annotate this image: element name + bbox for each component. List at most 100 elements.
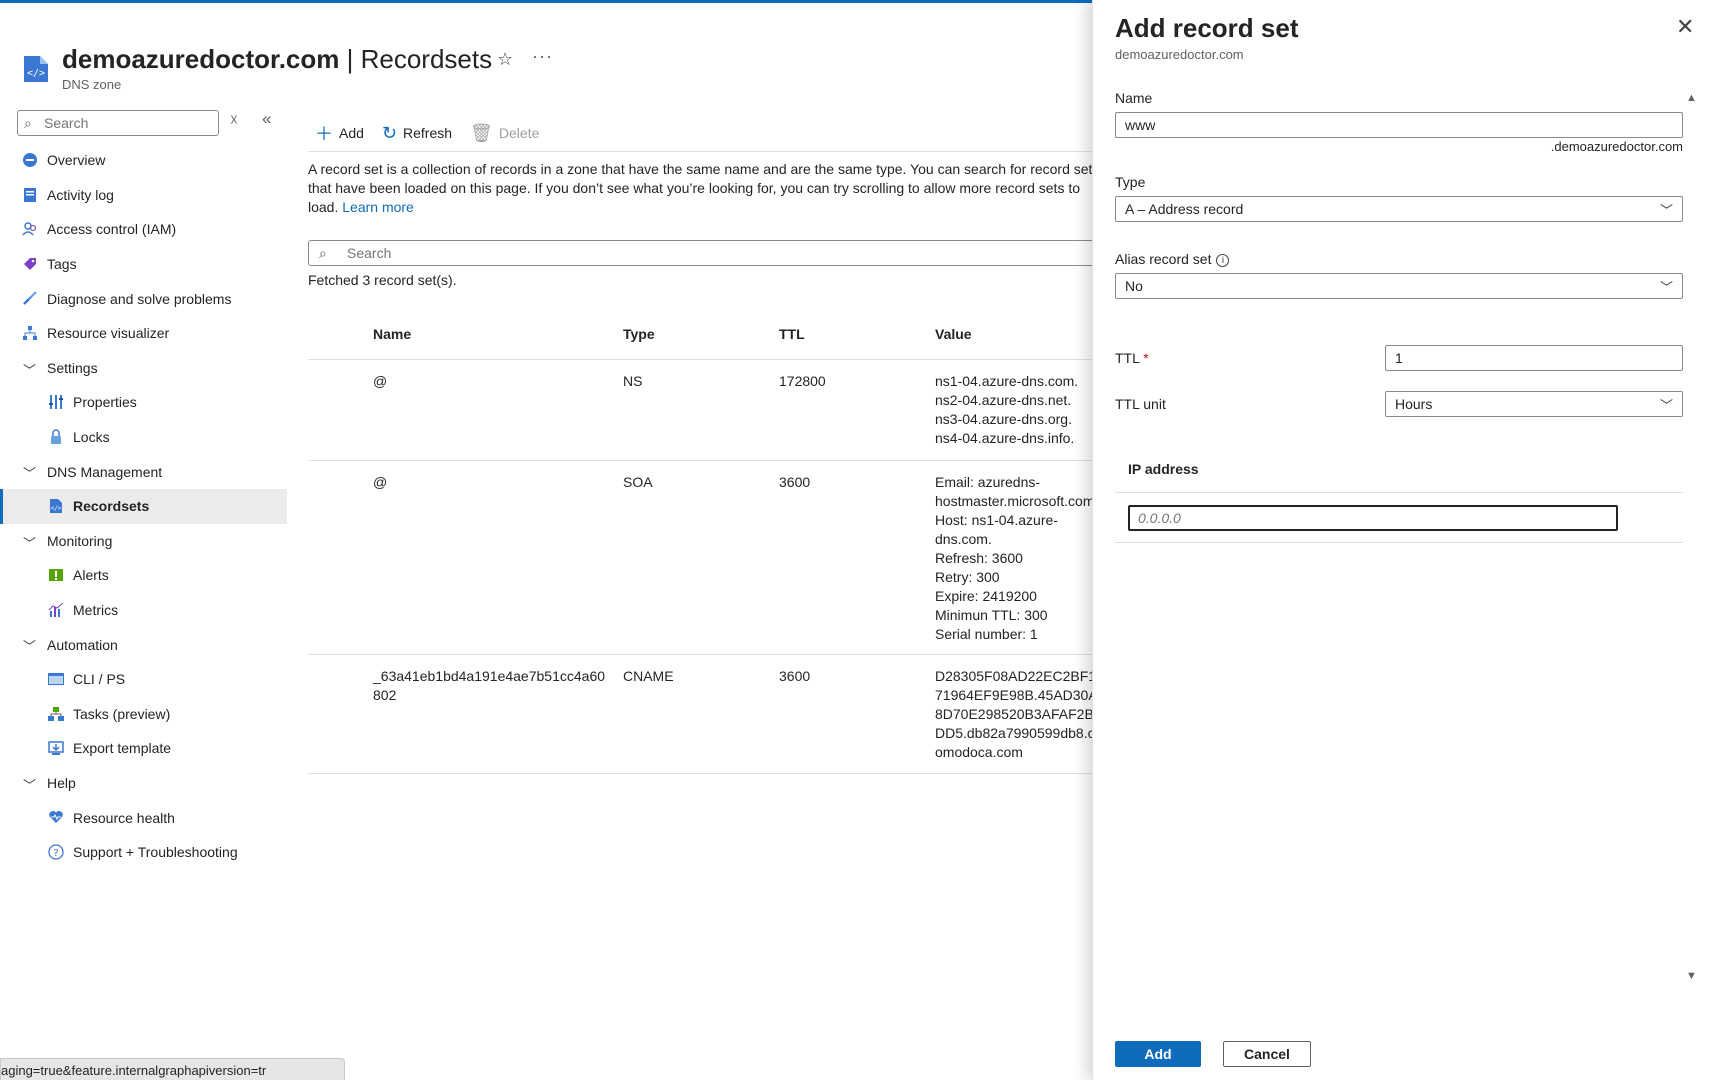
column-header-type[interactable]: Type bbox=[623, 326, 655, 342]
chevron-down-icon: ﹀ bbox=[23, 466, 37, 482]
column-header-ttl[interactable]: TTL bbox=[779, 326, 805, 342]
divider bbox=[1115, 542, 1683, 543]
ip-address-input[interactable] bbox=[1128, 505, 1618, 531]
tag-icon bbox=[21, 255, 39, 273]
sidebar-group-settings[interactable]: ﹀ Settings bbox=[0, 351, 287, 386]
cell-value: D28305F08AD22EC2BF12 71964EF9E98B.45AD30… bbox=[935, 667, 1092, 762]
status-bar-url: aging=true&feature.internalgraphapiversi… bbox=[0, 1058, 345, 1080]
table-row[interactable]: @ NS 172800 ns1-04.azure-dns.com. ns2-04… bbox=[308, 360, 1092, 461]
ttl-unit-dropdown[interactable]: Hours ﹀ bbox=[1385, 391, 1683, 417]
recordset-search-box[interactable]: ⌕ bbox=[308, 240, 1108, 266]
sidebar-search-input[interactable] bbox=[44, 114, 214, 132]
sidebar-item-label: Activity log bbox=[47, 186, 114, 203]
scroll-down-arrow-icon[interactable]: ▼ bbox=[1686, 970, 1697, 982]
recordset-search-input[interactable] bbox=[347, 244, 947, 262]
collapse-sidebar-icon[interactable]: « bbox=[262, 109, 271, 129]
sidebar-group-automation[interactable]: ﹀ Automation bbox=[0, 627, 287, 662]
cell-ttl: 172800 bbox=[779, 373, 826, 389]
sidebar-item-activity-log[interactable]: Activity log bbox=[0, 178, 287, 213]
value-line: Serial number: 1 bbox=[935, 626, 1038, 642]
column-header-value[interactable]: Value bbox=[935, 326, 1095, 342]
chevron-down-icon: ﹀ bbox=[23, 777, 37, 793]
chevron-down-icon: ﹀ bbox=[1659, 398, 1673, 413]
cell-value: ns1-04.azure-dns.com. ns2-04.azure-dns.n… bbox=[935, 372, 1092, 448]
ttl-label-text: TTL bbox=[1115, 350, 1140, 366]
properties-icon bbox=[47, 393, 65, 411]
sidebar-group-monitoring[interactable]: ﹀ Monitoring bbox=[0, 524, 287, 559]
sidebar-item-recordsets[interactable]: </> Recordsets bbox=[0, 488, 287, 524]
close-icon[interactable]: ✕ bbox=[1676, 14, 1694, 40]
recordsets-icon: </> bbox=[47, 497, 65, 515]
sidebar-item-metrics[interactable]: Metrics bbox=[0, 593, 287, 628]
value-line: ns1-04.azure-dns.com. bbox=[935, 373, 1079, 389]
refresh-button[interactable]: ↻ Refresh bbox=[382, 120, 452, 146]
add-record-button[interactable]: Add bbox=[1115, 1041, 1201, 1067]
table-row[interactable]: _63a41eb1bd4a191e4ae7b51cc4a60802 CNAME … bbox=[308, 655, 1092, 774]
sidebar-item-label: Properties bbox=[73, 394, 137, 411]
sidebar-item-label: Overview bbox=[47, 152, 106, 169]
panel-subtitle: demoazuredoctor.com bbox=[1115, 47, 1244, 62]
sidebar-item-tags[interactable]: Tags bbox=[0, 247, 287, 282]
chevron-down-icon: ﹀ bbox=[23, 535, 37, 551]
cancel-button[interactable]: Cancel bbox=[1223, 1041, 1311, 1067]
sidebar-item-label: Resource visualizer bbox=[47, 325, 170, 342]
sidebar-item-locks[interactable]: Locks bbox=[0, 420, 287, 455]
cell-value: Email: azuredns- hostmaster.microsoft.co… bbox=[935, 473, 1092, 644]
sidebar-item-label: Alerts bbox=[73, 567, 109, 584]
sidebar-item-cli-ps[interactable]: CLI / PS bbox=[0, 662, 287, 697]
heart-icon bbox=[47, 808, 65, 826]
sidebar-item-alerts[interactable]: Alerts bbox=[0, 558, 287, 593]
sidebar-search-box[interactable]: ⌕ bbox=[17, 110, 219, 136]
value-line: DD5.db82a7990599db8.c bbox=[935, 725, 1092, 741]
value-line: ns2-04.azure-dns.net. bbox=[935, 392, 1072, 408]
sidebar-item-resource-health[interactable]: Resource health bbox=[0, 800, 287, 835]
sidebar-item-export-template[interactable]: Export template bbox=[0, 731, 287, 766]
sidebar-group-help[interactable]: ﹀ Help bbox=[0, 766, 287, 801]
type-dropdown[interactable]: A – Address record ﹀ bbox=[1115, 196, 1683, 222]
value-line: Host: ns1-04.azure- bbox=[935, 512, 1058, 528]
sidebar-item-tasks[interactable]: Tasks (preview) bbox=[0, 697, 287, 732]
more-options-icon[interactable]: ··· bbox=[532, 46, 553, 67]
recordsets-description: A record set is a collection of records … bbox=[308, 160, 1092, 218]
chevron-down-icon: ﹀ bbox=[1659, 280, 1673, 295]
sidebar-item-access-control[interactable]: Access control (IAM) bbox=[0, 212, 287, 247]
value-line: 8D70E298520B3AFAF2BE0 bbox=[935, 706, 1092, 722]
sidebar-item-label: Tasks (preview) bbox=[73, 705, 171, 722]
metrics-icon bbox=[47, 601, 65, 619]
scroll-up-arrow-icon[interactable]: ▲ bbox=[1686, 92, 1697, 104]
table-row[interactable]: @ SOA 3600 Email: azuredns- hostmaster.m… bbox=[308, 461, 1092, 655]
sidebar-item-diagnose[interactable]: Diagnose and solve problems bbox=[0, 281, 287, 316]
refresh-label: Refresh bbox=[403, 125, 453, 141]
question-icon: ? bbox=[47, 843, 65, 861]
sidebar-item-properties[interactable]: Properties bbox=[0, 385, 287, 420]
sidebar-item-resource-visualizer[interactable]: Resource visualizer bbox=[0, 316, 287, 351]
alias-label: Alias record set i bbox=[1115, 251, 1230, 267]
lock-icon bbox=[47, 428, 65, 446]
value-line: hostmaster.microsoft.com bbox=[935, 493, 1092, 509]
chevron-down-icon: ﹀ bbox=[23, 639, 37, 655]
chevron-down-icon: ﹀ bbox=[1659, 203, 1673, 218]
star-icon[interactable]: ☆ bbox=[497, 49, 513, 70]
info-icon[interactable]: i bbox=[1216, 254, 1230, 267]
sidebar-group-dns-management[interactable]: ﹀ DNS Management bbox=[0, 454, 287, 489]
cell-name: @ bbox=[373, 474, 388, 490]
value-line: Expire: 2419200 bbox=[935, 588, 1037, 604]
dns-zone-icon: </> bbox=[22, 54, 50, 84]
clear-search-icon[interactable]: ☓ bbox=[230, 111, 238, 129]
search-icon: ⌕ bbox=[24, 115, 32, 131]
name-field[interactable]: www bbox=[1115, 112, 1683, 138]
sidebar-item-support[interactable]: ? Support + Troubleshooting bbox=[0, 835, 287, 870]
add-record-set-panel: Add record set demoazuredoctor.com ✕ ▲ ▼… bbox=[1092, 0, 1715, 1080]
sidebar-item-overview[interactable]: Overview bbox=[0, 143, 287, 178]
ttl-field[interactable]: 1 bbox=[1385, 345, 1683, 371]
column-header-name[interactable]: Name bbox=[373, 326, 608, 342]
sidebar-group-label: DNS Management bbox=[47, 463, 163, 480]
alias-dropdown[interactable]: No ﹀ bbox=[1115, 273, 1683, 299]
name-label: Name bbox=[1115, 90, 1153, 106]
delete-button[interactable]: 🗑 Delete bbox=[470, 120, 539, 146]
add-button[interactable]: ＋ Add bbox=[315, 120, 364, 146]
learn-more-link[interactable]: Learn more bbox=[342, 199, 414, 215]
value-line: dns.com. bbox=[935, 531, 992, 547]
required-asterisk: * bbox=[1143, 350, 1149, 366]
cell-name: _63a41eb1bd4a191e4ae7b51cc4a60802 bbox=[373, 668, 606, 703]
